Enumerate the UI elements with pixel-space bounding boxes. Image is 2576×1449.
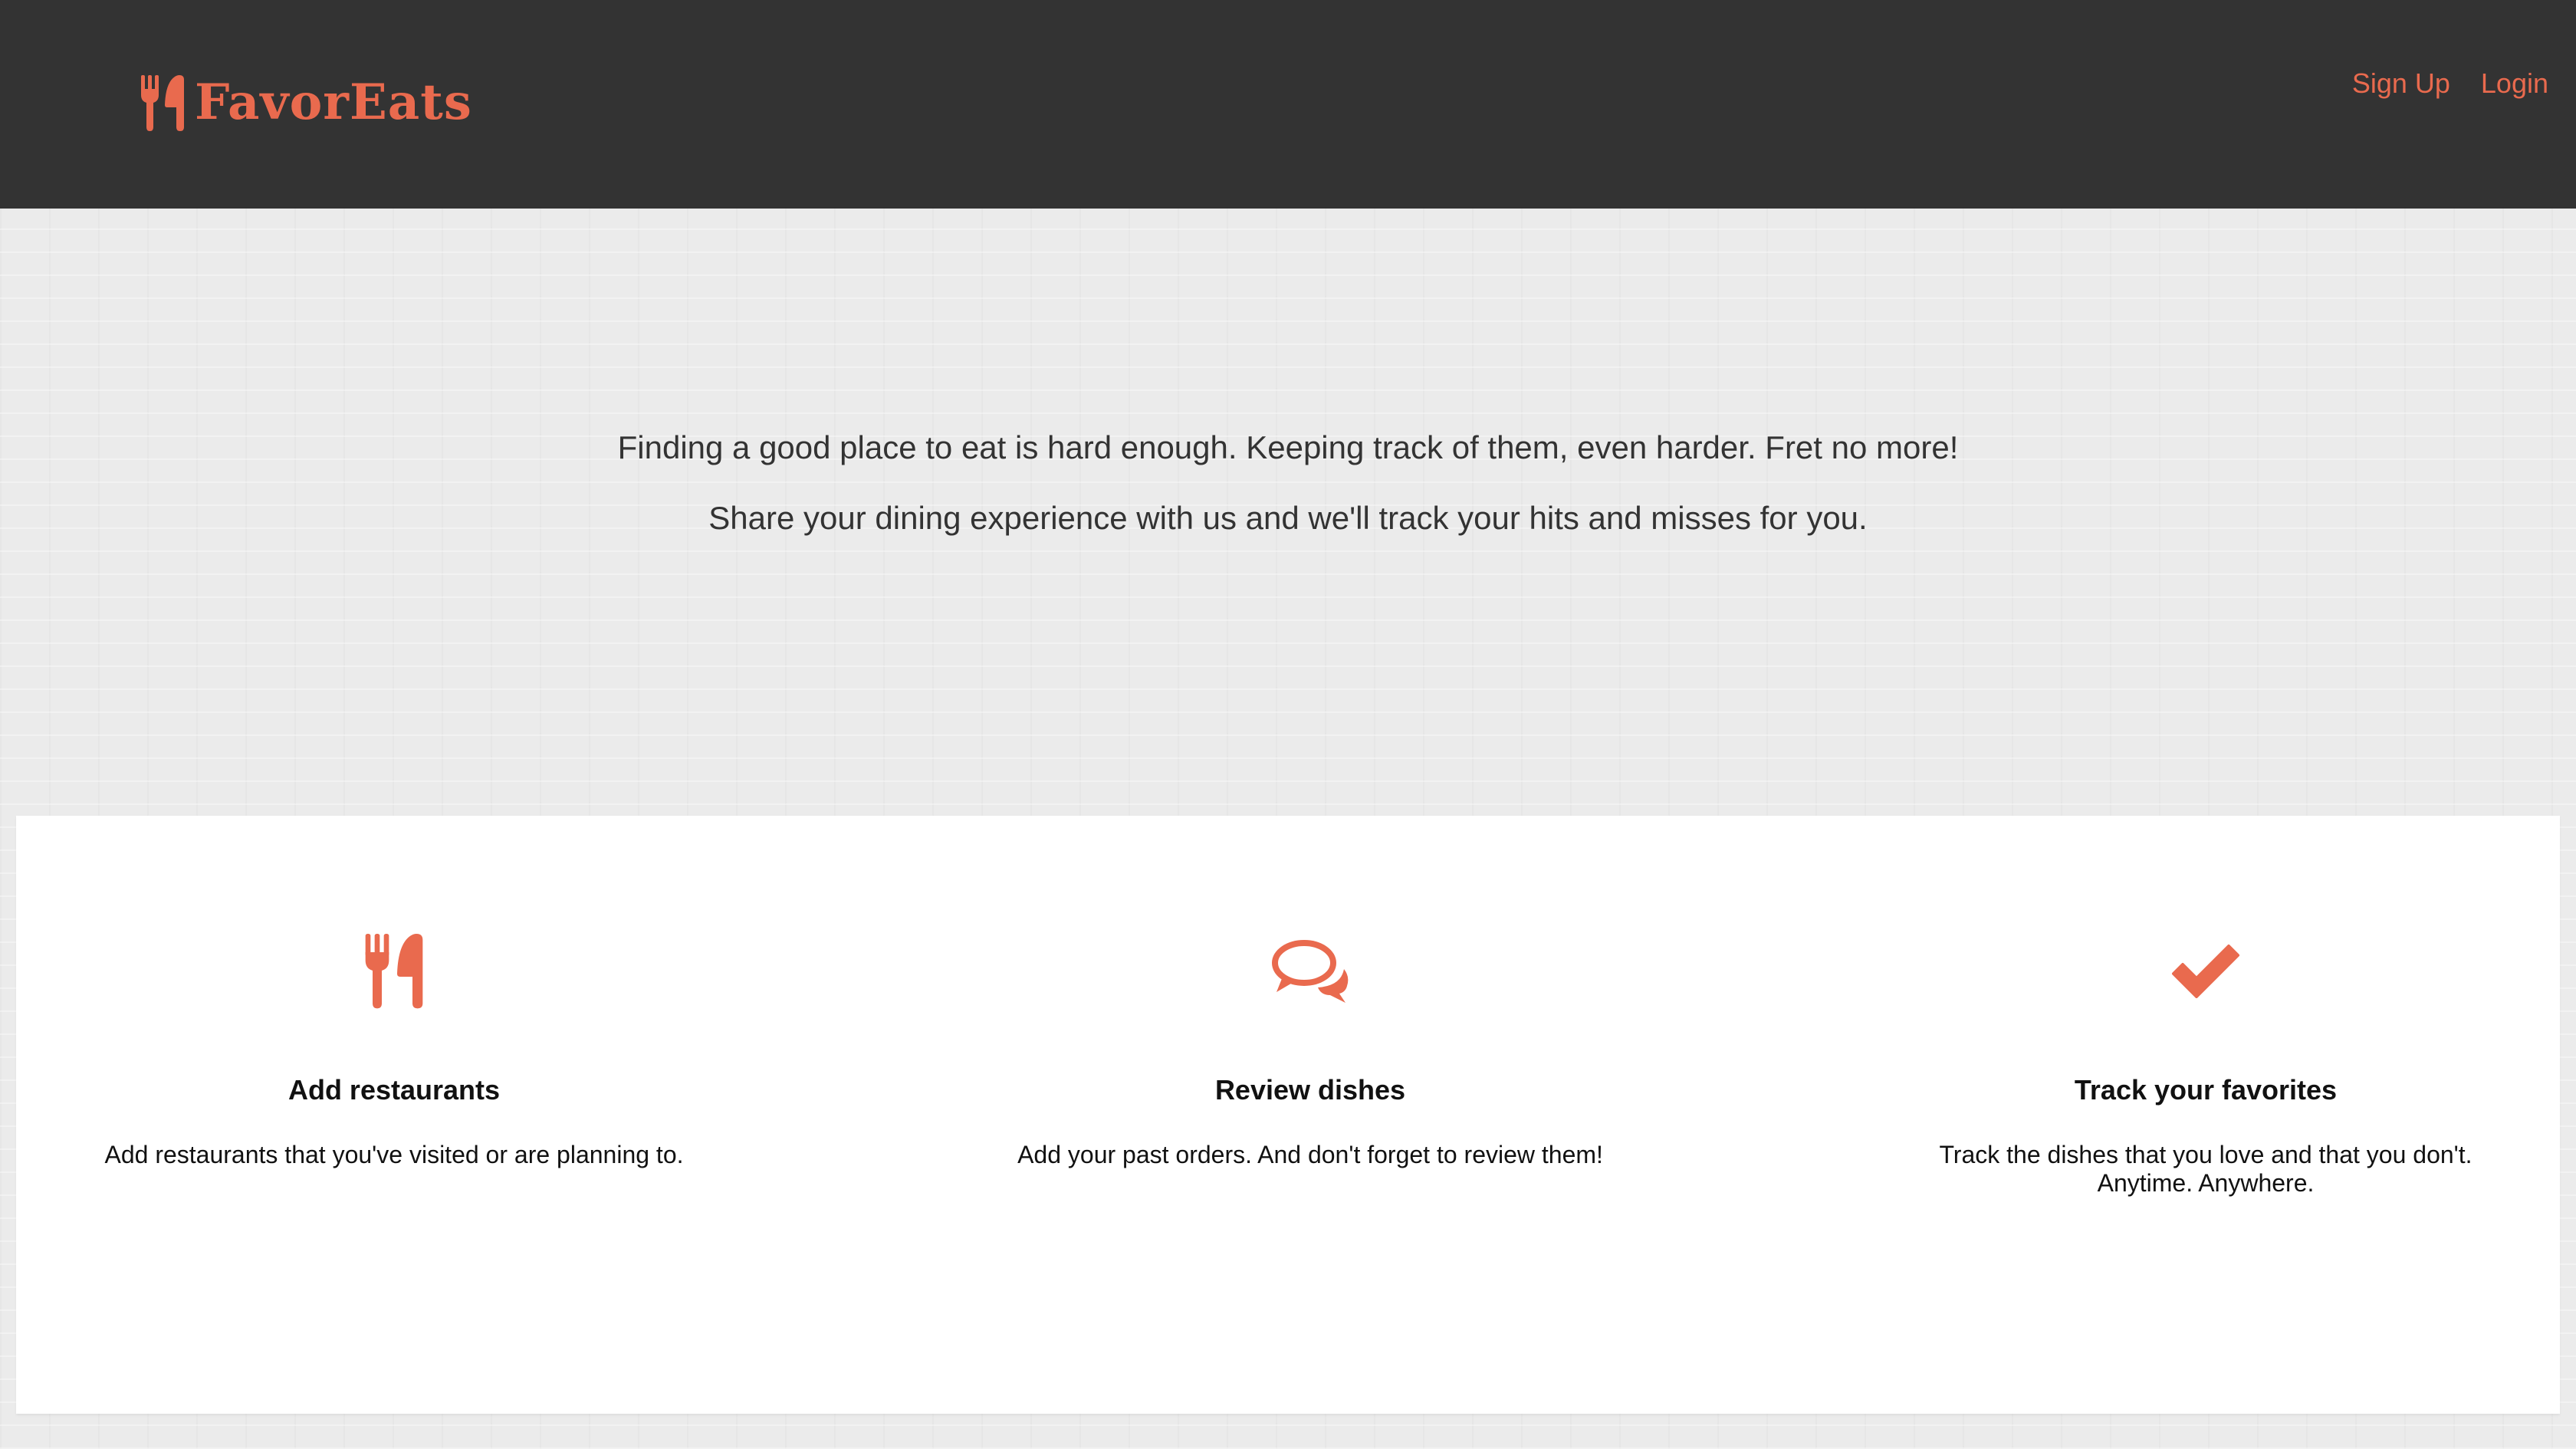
comments-icon xyxy=(1272,940,1349,1003)
brand-logo[interactable]: FavorEats xyxy=(140,72,472,133)
checkmark-icon xyxy=(2172,945,2239,998)
utensils-icon xyxy=(141,75,184,131)
feature-description: Add restaurants that you've visited or a… xyxy=(104,1141,684,1168)
hero-tagline: Finding a good place to eat is hard enou… xyxy=(617,429,1959,465)
feature-title: Review dishes xyxy=(1214,1074,1406,1106)
login-link[interactable]: Login xyxy=(2481,64,2548,103)
nav-links: Sign Up Login xyxy=(2321,64,2548,103)
features-panel: Add restaurants Add restaurants that you… xyxy=(16,816,2560,1414)
feature-title: Track your favorites xyxy=(2074,1074,2338,1106)
feature-title: Add restaurants xyxy=(288,1074,501,1106)
hero-subtagline: Share your dining experience with us and… xyxy=(708,500,1868,536)
brand-name: FavorEats xyxy=(195,74,472,131)
feature-description: Add your past orders. And don't forget t… xyxy=(1017,1141,1603,1168)
hero-section: Finding a good place to eat is hard enou… xyxy=(0,209,2576,816)
utensils-icon xyxy=(365,934,423,1009)
feature-description: Track the dishes that you love and that … xyxy=(1939,1141,2472,1197)
signup-link[interactable]: Sign Up xyxy=(2352,64,2450,103)
top-navbar: FavorEats Sign Up Login xyxy=(0,0,2576,209)
